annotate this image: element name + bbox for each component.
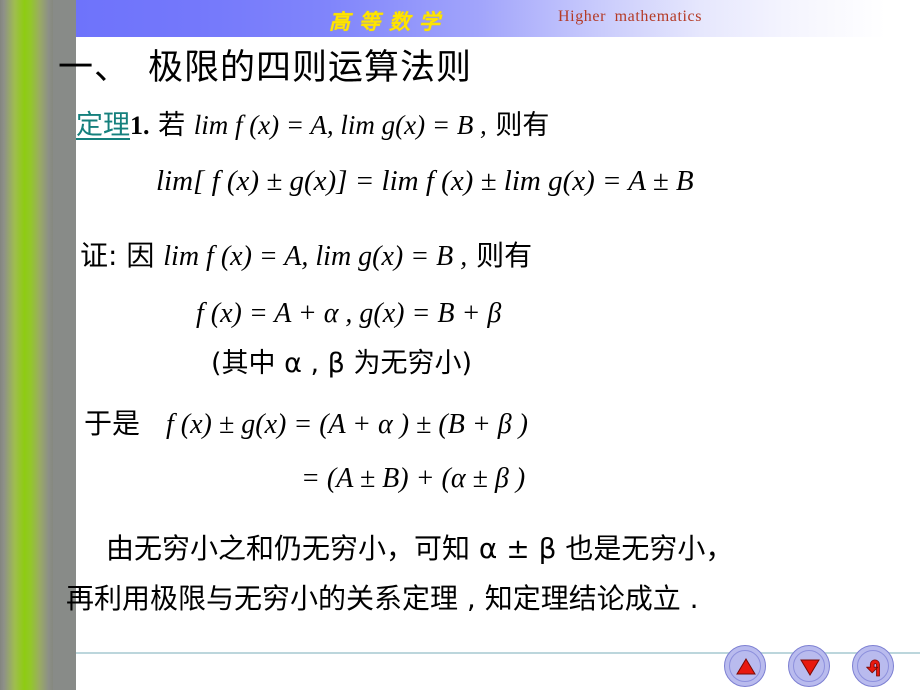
theorem-statement: 定理1. 若 lim f (x) = A, lim g(x) = B , 则有 — [76, 110, 550, 141]
proof-lead-line: 证: 因 lim f (x) = A, lim g(x) = B , 则有 — [80, 242, 532, 271]
return-button[interactable] — [852, 645, 894, 687]
title-text: 极限的四则运算法则 — [148, 48, 473, 88]
theorem-suffix: 则有 — [495, 110, 550, 141]
proof-hypothesis: lim f (x) = A, lim g(x) = B , — [163, 241, 468, 272]
theorem-number: 1 — [130, 111, 143, 140]
theorem-formula: lim[ f (x) ± g(x)] = lim f (x) ± lim g(x… — [156, 165, 694, 197]
brand-title-en: Higher mathematics — [558, 8, 703, 25]
sidebar-green-band — [0, 0, 53, 690]
triangle-down-icon — [800, 659, 820, 676]
navigation-bar — [724, 645, 914, 689]
slide-content: 一、 极限的四则运算法则 定理1. 若 lim f (x) = A, lim g(… — [58, 37, 920, 690]
proof-lead-suffix: 则有 — [476, 239, 533, 272]
theorem-label: 定理 — [76, 110, 130, 141]
previous-slide-button[interactable] — [724, 645, 766, 687]
page-title: 一、 极限的四则运算法则 — [58, 51, 472, 86]
proof-lead-word: 因 — [126, 239, 155, 272]
slide-header-band: 高等数学 Higher mathematics — [76, 0, 920, 37]
proof-sum-formula: f (x) ± g(x) = (A + α ) ± (B + β ) — [166, 409, 529, 440]
theorem-prefix: 若 — [158, 110, 186, 141]
proof-therefore-line: 于是 f (x) ± g(x) = (A + α ) ± (B + β ) — [84, 410, 528, 439]
theorem-hypothesis: lim f (x) = A, lim g(x) = B , — [193, 110, 487, 140]
proof-conclusion-line-1: 由无穷小之和仍无穷小，可知 α ± β 也是无穷小， — [106, 532, 734, 565]
return-arrow-icon — [866, 659, 880, 677]
brand-title-cn: 高等数学 — [329, 9, 449, 34]
next-slide-button[interactable] — [788, 645, 830, 687]
proof-conclusion-line-2: 再利用极限与无穷小的关系定理 , 知定理结论成立 . — [66, 582, 699, 615]
therefore-label: 于是 — [84, 407, 141, 440]
proof-label: 证: — [80, 239, 118, 272]
proof-note: (其中 α , β 为无穷小) — [211, 348, 473, 379]
proof-regroup-formula: = (A ± B) + (α ± β ) — [301, 463, 526, 494]
slide-canvas: 高等数学 Higher mathematics 一、 极限的四则运算法则 定理1.… — [0, 0, 920, 690]
proof-decomposition: f (x) = A + α , g(x) = B + β — [196, 298, 502, 329]
theorem-period: . — [143, 111, 150, 140]
title-marker: 一、 — [58, 48, 131, 88]
triangle-up-icon — [736, 658, 756, 675]
